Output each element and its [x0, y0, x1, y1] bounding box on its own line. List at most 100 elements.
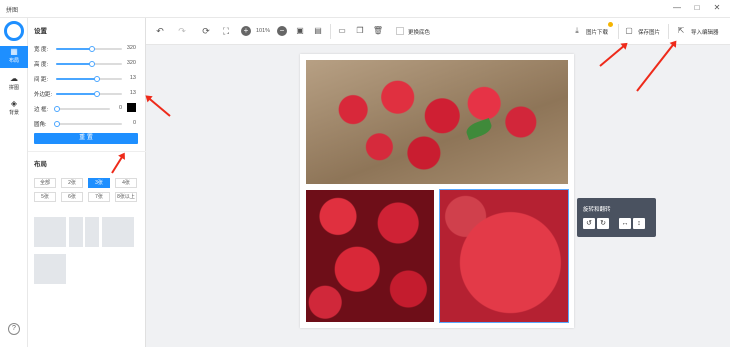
layout-4-button[interactable]: 4张	[115, 178, 137, 188]
zoom-in-icon[interactable]: +	[241, 26, 251, 36]
slider-knob[interactable]	[54, 121, 60, 127]
nav-item-puzzle[interactable]: ☁ 拼图	[0, 73, 28, 95]
help-button[interactable]: ?	[8, 323, 20, 335]
width-slider[interactable]	[56, 46, 122, 52]
rotate-left-button[interactable]: ↺	[583, 218, 595, 229]
nav-item-label: 拼图	[8, 85, 19, 91]
title-bar: 拼图 — □ ✕	[0, 0, 730, 18]
nav-item-layout[interactable]: ▦ 布局	[0, 46, 28, 68]
swap-color-label: 更换底色	[408, 30, 431, 36]
window-title: 拼图	[6, 8, 19, 14]
download-icon[interactable]: ⤓	[572, 25, 582, 37]
layout-5-button[interactable]: 5张	[34, 192, 56, 202]
slider-knob[interactable]	[89, 46, 95, 52]
border-slider[interactable]	[54, 106, 110, 112]
window-controls: — □ ✕	[672, 3, 722, 13]
icon-sidebar: ▦ 布局 ☁ 拼图 ◈ 背景 ?	[0, 18, 28, 347]
popup-title: 旋转和翻转	[583, 207, 611, 213]
collage-photo-3[interactable]	[439, 189, 569, 323]
rotate-right-button[interactable]: ↻	[597, 218, 609, 229]
slider-value: 0	[118, 105, 122, 111]
swap-color-checkbox[interactable]	[396, 27, 404, 35]
height-slider-row: 高 度: 320	[32, 60, 142, 68]
nav-item-label: 布局	[8, 58, 19, 64]
layout-count-buttons: 全部 2张 3张 4张 5张 6张 7张 8张以上	[34, 178, 140, 202]
layout-icon: ▦	[10, 47, 18, 56]
slider-knob[interactable]	[94, 76, 100, 82]
paint-bucket-icon: ◈	[10, 99, 18, 108]
refresh-icon[interactable]: ⟳	[200, 25, 212, 37]
image-replace-icon[interactable]: ▤	[312, 25, 324, 37]
spacing-slider[interactable]	[56, 76, 122, 82]
download-button[interactable]: 图片下载	[586, 28, 608, 36]
import-icon[interactable]: ⇱	[676, 25, 686, 37]
flip-vertical-button[interactable]: ↕	[633, 218, 645, 229]
layout-template-5[interactable]	[34, 254, 66, 284]
image-icon[interactable]: ▣	[294, 25, 306, 37]
reset-button[interactable]: 重 置	[34, 133, 138, 144]
slider-value: 13	[129, 90, 136, 96]
slider-label: 间 距:	[34, 77, 49, 83]
zoom-level: 101%	[256, 28, 271, 34]
layout-7-button[interactable]: 7张	[88, 192, 110, 202]
margin-slider-row: 外边距: 13	[32, 90, 142, 98]
layout-template-3[interactable]	[85, 217, 99, 247]
layout-all-button[interactable]: 全部	[34, 178, 56, 188]
height-slider[interactable]	[56, 61, 122, 67]
slider-label: 圆角:	[34, 122, 47, 128]
layout-heading: 布局	[34, 161, 47, 168]
settings-heading: 设置	[34, 28, 47, 35]
slider-label: 边 框:	[34, 107, 49, 113]
app-logo	[4, 21, 24, 41]
toolbar-separator	[330, 24, 331, 39]
layout-template-1[interactable]	[34, 217, 66, 247]
rotate-flip-popup: 旋转和翻转 ↺ ↻ ↔ ↕	[577, 198, 656, 237]
save-button[interactable]: 保存图片	[638, 28, 660, 36]
slider-label: 高 度:	[34, 62, 49, 68]
border-slider-row: 边 框: 0	[32, 103, 142, 113]
border-color-swatch[interactable]	[127, 103, 136, 112]
collage-photo-1[interactable]	[306, 60, 568, 184]
slider-value: 0	[132, 120, 136, 126]
close-button[interactable]: ✕	[712, 3, 722, 13]
slider-label: 外边距:	[34, 92, 53, 98]
divider	[28, 151, 146, 152]
slider-knob[interactable]	[89, 61, 95, 67]
undo-icon[interactable]: ↶	[154, 25, 166, 37]
save-icon[interactable]: ▢	[624, 25, 634, 37]
delete-icon[interactable]: 🗑	[372, 25, 384, 37]
slider-value: 13	[129, 75, 136, 81]
note-icon[interactable]: ▭	[336, 25, 348, 37]
layout-template-4[interactable]	[102, 217, 134, 247]
nav-item-label: 背景	[8, 110, 19, 116]
layout-template-2[interactable]	[69, 217, 83, 247]
slider-knob[interactable]	[54, 106, 60, 112]
copy-icon[interactable]: ❐	[354, 25, 366, 37]
redo-icon[interactable]: ↷	[176, 25, 188, 37]
canvas-area: 旋转和翻转 ↺ ↻ ↔ ↕	[146, 45, 730, 347]
toolbar: ↶ ↷ ⟳ ⛶ + 101% − ▣ ▤ ▭ ❐ 🗑 更换底色 ⤓ 图片下载 ▢…	[146, 18, 730, 45]
spacing-slider-row: 间 距: 13	[32, 75, 142, 83]
fit-screen-icon[interactable]: ⛶	[220, 25, 232, 37]
flip-horizontal-button[interactable]: ↔	[619, 218, 631, 229]
toolbar-separator	[668, 24, 669, 39]
radius-slider[interactable]	[54, 121, 122, 127]
zoom-out-icon[interactable]: −	[277, 26, 287, 36]
layout-2-button[interactable]: 2张	[61, 178, 83, 188]
leaf-decoration	[464, 117, 494, 141]
collage-photo-2[interactable]	[306, 190, 434, 322]
cloud-icon: ☁	[10, 74, 18, 83]
coin-badge	[608, 22, 613, 27]
layout-6-button[interactable]: 6张	[61, 192, 83, 202]
layout-8plus-button[interactable]: 8张以上	[115, 192, 137, 202]
layout-3-button[interactable]: 3张	[88, 178, 110, 188]
import-editor-button[interactable]: 导入编辑器	[691, 28, 719, 36]
nav-item-background[interactable]: ◈ 背景	[0, 98, 28, 120]
minimize-button[interactable]: —	[672, 3, 682, 13]
slider-value: 320	[126, 60, 136, 66]
maximize-button[interactable]: □	[692, 3, 702, 13]
slider-knob[interactable]	[94, 91, 100, 97]
slider-label: 宽 度:	[34, 47, 49, 53]
settings-panel: 设置 宽 度: 320 高 度: 320 间 距: 13 外边距: 13 边 框…	[28, 18, 146, 347]
margin-slider[interactable]	[56, 91, 122, 97]
